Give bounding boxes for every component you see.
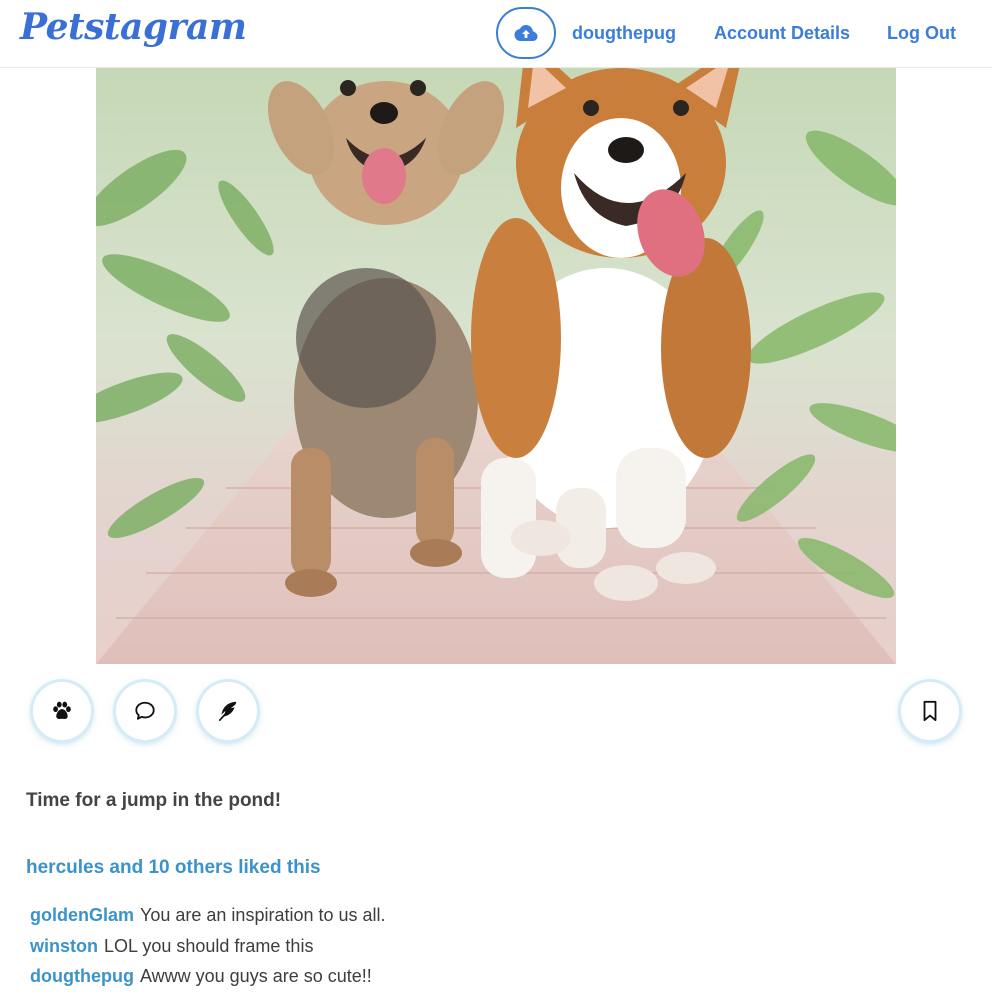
comment-username[interactable]: winston <box>30 936 98 956</box>
comment-item: dougthepug Awww you guys are so cute!! <box>30 961 386 992</box>
paw-icon <box>53 701 71 719</box>
cloud-upload-icon <box>514 25 538 41</box>
upload-button[interactable] <box>496 7 556 59</box>
post-photo[interactable] <box>96 68 896 664</box>
post-photo-illustration <box>96 68 896 664</box>
comment-button[interactable] <box>116 682 174 740</box>
comment-username[interactable]: dougthepug <box>30 966 134 986</box>
save-button[interactable] <box>901 682 959 740</box>
app-logo[interactable]: Petstagram <box>20 6 247 48</box>
account-details-link[interactable]: Account Details <box>714 23 850 44</box>
comment-username[interactable]: goldenGlam <box>30 905 134 925</box>
bookmark-icon <box>923 700 937 722</box>
comment-item: winston LOL you should frame this <box>30 931 386 962</box>
top-navigation-bar: Petstagram dougthepug Account Details Lo… <box>0 0 992 68</box>
profile-link[interactable]: dougthepug <box>572 23 676 44</box>
comment-text: You are an inspiration to us all. <box>140 905 386 925</box>
comment-item: goldenGlam You are an inspiration to us a… <box>30 900 386 931</box>
comment-list: goldenGlam You are an inspiration to us a… <box>30 900 386 992</box>
speech-bubble-icon <box>135 701 155 720</box>
comment-text: Awww you guys are so cute!! <box>139 966 372 986</box>
share-button[interactable] <box>199 682 257 740</box>
feather-icon <box>218 701 237 721</box>
log-out-link[interactable]: Log Out <box>887 23 956 44</box>
post-caption: Time for a jump in the pond! <box>26 790 282 811</box>
likes-summary[interactable]: hercules and 10 others liked this <box>26 857 321 879</box>
comment-text: LOL you should frame this <box>104 935 314 956</box>
like-button[interactable] <box>33 682 91 740</box>
